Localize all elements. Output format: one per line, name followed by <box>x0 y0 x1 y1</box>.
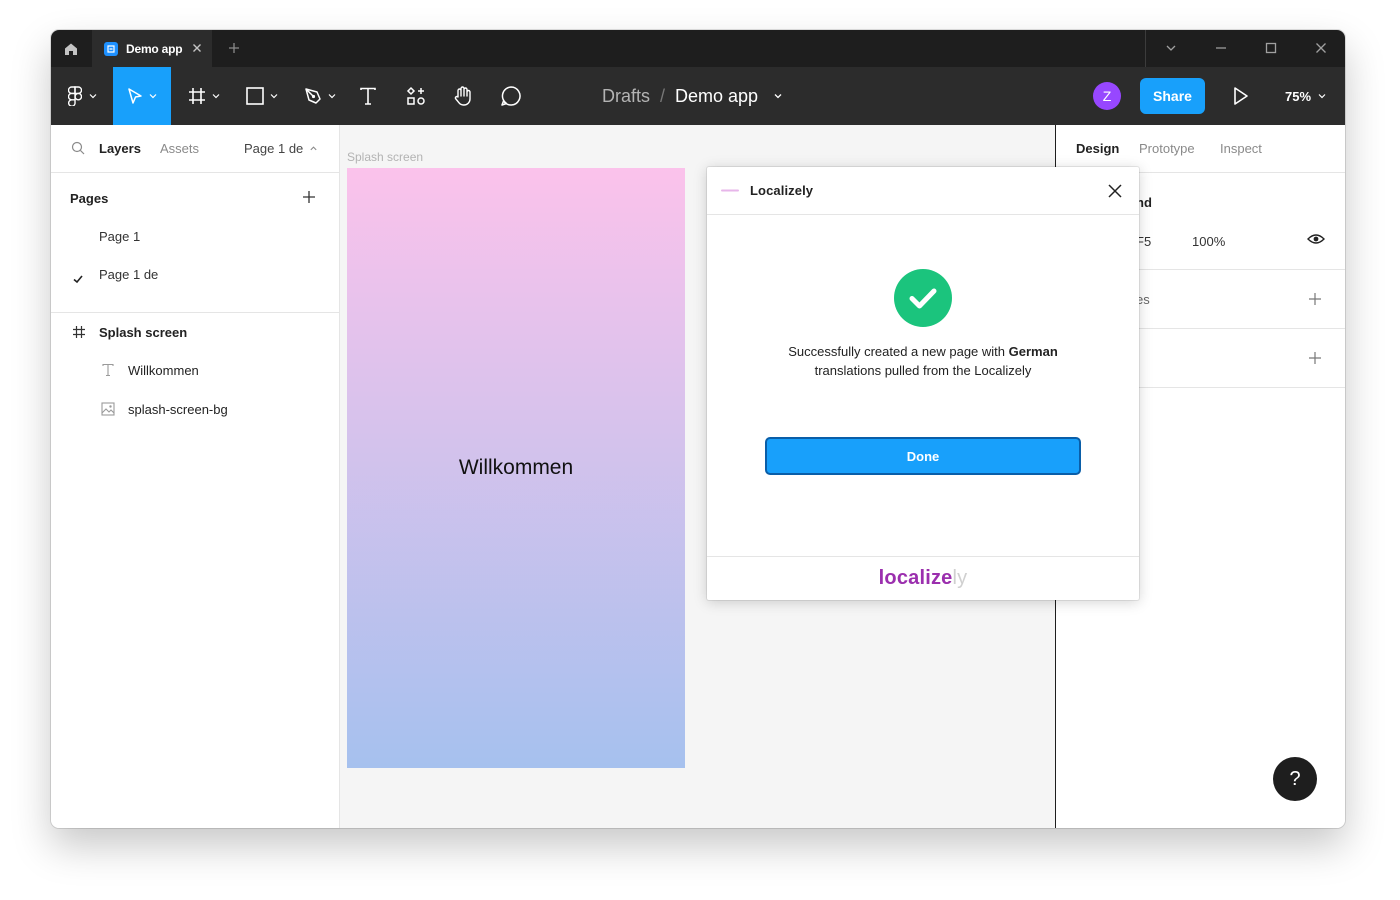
tab-assets[interactable]: Assets <box>160 141 199 156</box>
rectangle-icon <box>246 87 264 105</box>
message-suffix: translations pulled from the Localizely <box>814 363 1032 378</box>
layer-label: Splash screen <box>99 324 188 340</box>
chevron-down-icon <box>328 94 336 99</box>
page-selector[interactable]: Page 1 de <box>244 141 318 156</box>
layers-panel: Layers Assets Page 1 de Pages Page 1 Pag… <box>51 125 340 828</box>
right-panel-tabs: Design Prototype Inspect <box>1056 125 1345 173</box>
close-icon[interactable] <box>1106 182 1124 200</box>
add-icon[interactable] <box>1307 291 1323 307</box>
text-icon <box>360 87 376 105</box>
figma-logo-icon <box>68 86 82 106</box>
title-bar: Demo app <box>51 30 1345 67</box>
hand-icon <box>454 86 471 106</box>
modal-header: Localizely <box>707 167 1139 215</box>
chevron-down-icon[interactable] <box>772 90 784 102</box>
resources-tool[interactable] <box>401 67 431 125</box>
comment-tool[interactable] <box>496 67 526 125</box>
file-tab[interactable]: Demo app <box>92 30 212 67</box>
chevron-down-icon <box>149 94 157 99</box>
message-prefix: Successfully created a new page with <box>788 344 1006 359</box>
comment-icon <box>501 86 521 106</box>
localizely-plugin-modal: Localizely Successfully created a new pa… <box>707 167 1139 600</box>
add-page-icon[interactable] <box>301 189 317 205</box>
pen-icon <box>305 88 321 104</box>
search-icon[interactable] <box>71 141 85 155</box>
shape-tool[interactable] <box>237 67 287 125</box>
figma-window: Demo app Drafts / Demo app Z Share 75% L… <box>51 30 1345 828</box>
success-check-icon <box>894 269 952 327</box>
frame-label[interactable]: Splash screen <box>347 150 423 164</box>
frame-icon <box>72 325 86 339</box>
modal-title: Localizely <box>750 183 814 198</box>
components-icon <box>406 86 425 105</box>
maximize-icon[interactable] <box>1264 41 1278 55</box>
hand-tool[interactable] <box>448 67 478 125</box>
tab-design[interactable]: Design <box>1076 141 1119 156</box>
frame-icon <box>189 88 205 104</box>
message-language: German <box>1008 344 1058 359</box>
chevron-up-icon <box>310 146 317 151</box>
question-mark-icon: ? <box>1289 767 1301 790</box>
home-icon <box>65 43 77 55</box>
tab-layers[interactable]: Layers <box>99 141 141 156</box>
done-button[interactable]: Done <box>765 437 1081 475</box>
close-window-icon[interactable] <box>1314 41 1328 55</box>
add-icon[interactable] <box>1307 350 1323 366</box>
move-tool[interactable] <box>113 67 171 125</box>
help-button[interactable]: ? <box>1273 757 1317 801</box>
localizely-brand-logo: localizely <box>879 567 968 590</box>
pages-section: Pages Page 1 Page 1 de <box>51 173 339 313</box>
localizely-logo-icon <box>721 189 739 192</box>
breadcrumb-file-name[interactable]: Demo app <box>675 86 758 107</box>
pages-title: Pages <box>70 191 109 206</box>
zoom-level: 75% <box>1285 88 1312 104</box>
file-icon <box>104 41 118 56</box>
layer-row-text[interactable]: Willkommen <box>51 351 339 389</box>
chevron-down-icon <box>89 94 97 99</box>
modal-footer: localizely <box>707 556 1139 600</box>
minimize-icon[interactable] <box>1214 41 1228 55</box>
home-button[interactable] <box>51 30 91 67</box>
main-menu-button[interactable] <box>57 67 109 125</box>
breadcrumb-separator: / <box>659 85 665 106</box>
check-icon <box>73 275 83 284</box>
layer-label: splash-screen-bg <box>128 401 228 417</box>
chevron-down-icon <box>1318 94 1326 99</box>
titlebar-divider <box>1145 30 1146 67</box>
zoom-control[interactable]: 75% <box>1285 67 1327 125</box>
layer-row-frame[interactable]: Splash screen <box>51 313 339 351</box>
brand-main: localize <box>878 567 953 589</box>
chevron-down-icon <box>270 94 278 99</box>
chevron-down-icon <box>212 94 220 99</box>
pen-tool[interactable] <box>295 67 345 125</box>
play-icon[interactable] <box>1229 85 1251 107</box>
breadcrumb-drafts[interactable]: Drafts <box>602 86 650 107</box>
layer-label: Willkommen <box>128 362 199 378</box>
success-message: Successfully created a new page with Ger… <box>747 342 1099 380</box>
frame-text-willkommen[interactable]: Willkommen <box>347 456 685 480</box>
close-tab-icon[interactable] <box>190 41 204 55</box>
splash-screen-frame[interactable]: Willkommen <box>347 168 685 768</box>
toolbar: Drafts / Demo app Z Share 75% <box>51 67 1345 125</box>
tab-inspect[interactable]: Inspect <box>1220 141 1262 156</box>
layer-row-image[interactable]: splash-screen-bg <box>51 390 339 428</box>
tab-title: Demo app <box>126 41 183 56</box>
text-tool[interactable] <box>353 67 383 125</box>
page-item-selected[interactable]: Page 1 de <box>99 267 158 282</box>
left-panel-tabs: Layers Assets Page 1 de <box>51 125 339 173</box>
share-button[interactable]: Share <box>1140 78 1205 114</box>
eye-icon[interactable] <box>1307 232 1325 246</box>
page-item[interactable]: Page 1 <box>99 229 140 244</box>
new-tab-icon[interactable] <box>227 41 241 55</box>
background-opacity[interactable]: 100% <box>1192 234 1225 249</box>
image-layer-icon <box>101 402 115 416</box>
brand-fade: ly <box>952 567 968 589</box>
cursor-icon <box>128 88 142 104</box>
frame-tool[interactable] <box>179 67 229 125</box>
text-layer-icon <box>101 363 115 377</box>
avatar[interactable]: Z <box>1093 82 1121 110</box>
tab-prototype[interactable]: Prototype <box>1139 141 1195 156</box>
chevron-down-icon[interactable] <box>1164 41 1178 55</box>
current-page-label: Page 1 de <box>244 141 304 156</box>
